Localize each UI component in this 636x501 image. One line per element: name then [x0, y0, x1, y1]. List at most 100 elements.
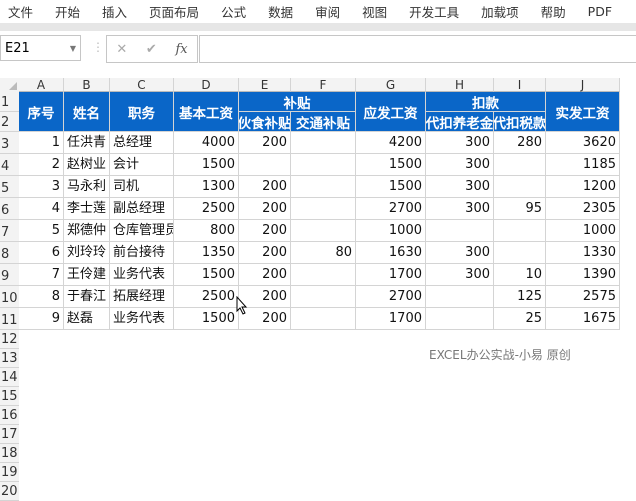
cell-B10[interactable]: 于春江	[64, 286, 110, 308]
cell-G5[interactable]: 1500	[356, 176, 426, 198]
column-header-F[interactable]: F	[291, 78, 356, 92]
cell-H8[interactable]: 300	[426, 242, 494, 264]
header-gross[interactable]: 应发工资	[356, 92, 426, 132]
cell-G6[interactable]: 2700	[356, 198, 426, 220]
cell-A8[interactable]: 6	[19, 242, 64, 264]
row-header-2[interactable]: 2	[0, 112, 19, 132]
cell-H10[interactable]	[426, 286, 494, 308]
header-subsidy[interactable]: 补贴	[239, 92, 356, 112]
cell-I11[interactable]: 25	[494, 308, 546, 330]
header-pension[interactable]: 代扣养老金	[426, 112, 494, 132]
cell-A11[interactable]: 9	[19, 308, 64, 330]
menu-tab[interactable]: 加载项	[481, 2, 519, 21]
insert-function-icon[interactable]: fx	[175, 42, 187, 57]
name-box[interactable]: E21 ▼	[0, 35, 81, 61]
cell-J11[interactable]: 1675	[546, 308, 620, 330]
cell-E4[interactable]	[239, 154, 291, 176]
row-header-20[interactable]: 20	[0, 482, 19, 501]
header-seq[interactable]: 序号	[19, 92, 64, 132]
enter-icon[interactable]: ✔	[146, 42, 157, 57]
cell-B4[interactable]: 赵树业	[64, 154, 110, 176]
menu-tab[interactable]: 文件	[8, 2, 33, 21]
cell-G3[interactable]: 4200	[356, 132, 426, 154]
menu-tab[interactable]: 帮助	[541, 2, 566, 21]
row-header-3[interactable]: 3	[0, 132, 19, 154]
cell-J10[interactable]: 2575	[546, 286, 620, 308]
row-header-6[interactable]: 6	[0, 198, 19, 220]
row-header-5[interactable]: 5	[0, 176, 19, 198]
cell-D11[interactable]: 1500	[174, 308, 239, 330]
header-tax[interactable]: 代扣税款	[494, 112, 546, 132]
cell-G10[interactable]: 2700	[356, 286, 426, 308]
cell-H5[interactable]: 300	[426, 176, 494, 198]
cell-D8[interactable]: 1350	[174, 242, 239, 264]
cell-C6[interactable]: 副总经理	[110, 198, 174, 220]
cell-A3[interactable]: 1	[19, 132, 64, 154]
cell-J6[interactable]: 2305	[546, 198, 620, 220]
chevron-down-icon[interactable]: ▼	[70, 36, 76, 62]
cell-F10[interactable]	[291, 286, 356, 308]
cell-C8[interactable]: 前台接待	[110, 242, 174, 264]
cell-G4[interactable]: 1500	[356, 154, 426, 176]
column-header-H[interactable]: H	[426, 78, 494, 92]
row-header-10[interactable]: 10	[0, 286, 19, 308]
cell-J9[interactable]: 1390	[546, 264, 620, 286]
menu-tab[interactable]: 审阅	[315, 2, 340, 21]
cell-E7[interactable]: 200	[239, 220, 291, 242]
cell-E8[interactable]: 200	[239, 242, 291, 264]
column-header-G[interactable]: G	[356, 78, 426, 92]
cell-H9[interactable]: 300	[426, 264, 494, 286]
cell-B7[interactable]: 郑德仲	[64, 220, 110, 242]
formula-input[interactable]	[199, 35, 636, 63]
cell-B5[interactable]: 马永利	[64, 176, 110, 198]
row-header-19[interactable]: 19	[0, 463, 19, 482]
column-header-C[interactable]: C	[110, 78, 174, 92]
cell-E9[interactable]: 200	[239, 264, 291, 286]
cell-F5[interactable]	[291, 176, 356, 198]
row-header-16[interactable]: 16	[0, 406, 19, 425]
cell-B9[interactable]: 王伶建	[64, 264, 110, 286]
header-transport[interactable]: 交通补贴	[291, 112, 356, 132]
cell-G8[interactable]: 1630	[356, 242, 426, 264]
cell-J5[interactable]: 1200	[546, 176, 620, 198]
menu-tab[interactable]: 插入	[102, 2, 127, 21]
row-header-13[interactable]: 13	[0, 349, 19, 368]
header-base[interactable]: 基本工资	[174, 92, 239, 132]
cell-C5[interactable]: 司机	[110, 176, 174, 198]
cell-A5[interactable]: 3	[19, 176, 64, 198]
cell-D5[interactable]: 1300	[174, 176, 239, 198]
row-header-8[interactable]: 8	[0, 242, 19, 264]
cell-C4[interactable]: 会计	[110, 154, 174, 176]
cell-E6[interactable]: 200	[239, 198, 291, 220]
header-meal[interactable]: 伙食补贴	[239, 112, 291, 132]
cell-I7[interactable]	[494, 220, 546, 242]
cell-D6[interactable]: 2500	[174, 198, 239, 220]
header-deduction[interactable]: 扣款	[426, 92, 546, 112]
column-header-I[interactable]: I	[494, 78, 546, 92]
cell-H6[interactable]: 300	[426, 198, 494, 220]
cell-C10[interactable]: 拓展经理	[110, 286, 174, 308]
cell-H4[interactable]: 300	[426, 154, 494, 176]
cell-F8[interactable]: 80	[291, 242, 356, 264]
row-header-17[interactable]: 17	[0, 425, 19, 444]
cell-B8[interactable]: 刘玲玲	[64, 242, 110, 264]
menu-tab[interactable]: 数据	[268, 2, 293, 21]
cell-E3[interactable]: 200	[239, 132, 291, 154]
cell-C3[interactable]: 总经理	[110, 132, 174, 154]
column-header-E[interactable]: E	[239, 78, 291, 92]
cell-I9[interactable]: 10	[494, 264, 546, 286]
header-position[interactable]: 职务	[110, 92, 174, 132]
column-header-A[interactable]: A	[19, 78, 64, 92]
cell-I10[interactable]: 125	[494, 286, 546, 308]
cell-C7[interactable]: 仓库管理员	[110, 220, 174, 242]
row-header-1[interactable]: 1	[0, 92, 19, 112]
cell-D9[interactable]: 1500	[174, 264, 239, 286]
menu-tab[interactable]: 开始	[55, 2, 80, 21]
cell-F4[interactable]	[291, 154, 356, 176]
cell-G9[interactable]: 1700	[356, 264, 426, 286]
row-header-14[interactable]: 14	[0, 368, 19, 387]
header-name[interactable]: 姓名	[64, 92, 110, 132]
cell-C11[interactable]: 业务代表	[110, 308, 174, 330]
cell-F7[interactable]	[291, 220, 356, 242]
row-header-7[interactable]: 7	[0, 220, 19, 242]
